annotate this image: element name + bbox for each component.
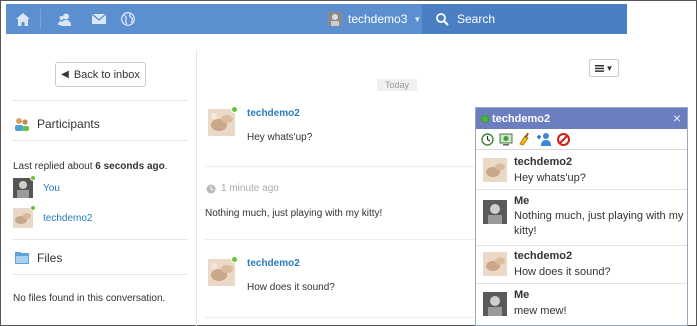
chat-sender: techdemo2 — [514, 250, 573, 262]
message-divider — [204, 239, 475, 240]
last-replied-suffix: . — [164, 161, 168, 172]
avatar — [483, 200, 507, 224]
chat-text: How does it sound? — [514, 266, 611, 278]
globe-icon[interactable] — [111, 4, 145, 34]
close-icon[interactable]: × — [673, 110, 681, 126]
message-timestamp: 1 minute ago — [206, 183, 279, 194]
online-status-icon — [481, 114, 489, 123]
home-icon[interactable] — [6, 4, 40, 34]
message-author-link[interactable]: techdemo2 — [247, 258, 300, 269]
files-title: Files — [37, 251, 63, 265]
participant-name: You — [43, 182, 60, 194]
avatar — [13, 205, 36, 228]
message-divider — [204, 317, 475, 318]
chat-divider — [476, 283, 687, 284]
divider — [12, 100, 188, 101]
files-icon — [15, 252, 29, 264]
chat-text: Hey whats'up? — [514, 172, 586, 184]
chat-text: mew mew! — [514, 305, 567, 317]
divider — [12, 274, 188, 275]
block-icon[interactable] — [555, 131, 571, 147]
avatar — [483, 252, 507, 276]
chat-sender: Me — [514, 289, 530, 301]
message-text: Hey whats'up? — [247, 132, 313, 143]
chat-text: Nothing much, just playing with my kitty… — [514, 210, 684, 237]
message-avatar[interactable] — [208, 256, 238, 286]
chevron-left-icon: ◀ — [61, 69, 69, 80]
last-replied-time: 6 seconds ago — [95, 161, 165, 172]
message-author-link[interactable]: techdemo2 — [247, 108, 300, 119]
search-label: Search — [457, 12, 496, 26]
participants-title: Participants — [37, 117, 100, 131]
online-status-dot — [30, 205, 36, 211]
last-replied-text: Last replied about 6 seconds ago. — [13, 161, 168, 172]
top-navbar: techdemo3 ▼ Search — [6, 4, 627, 34]
back-to-inbox-button[interactable]: ◀ Back to inbox — [55, 62, 146, 87]
chat-sender: Me — [514, 195, 530, 207]
column-divider — [196, 50, 197, 326]
online-status-dot — [231, 106, 238, 113]
chat-divider — [476, 189, 687, 190]
clock-icon — [206, 184, 216, 193]
search-button[interactable]: Search — [422, 4, 627, 34]
users-icon[interactable] — [48, 4, 82, 34]
add-user-icon[interactable] — [536, 131, 552, 147]
no-files-text: No files found in this conversation. — [13, 293, 166, 304]
avatar — [483, 158, 507, 182]
participant-you[interactable]: You — [13, 175, 60, 198]
user-avatar — [328, 12, 342, 26]
timestamp-text: 1 minute ago — [221, 183, 279, 194]
participants-icon — [15, 118, 29, 131]
message-text: How does it sound? — [247, 282, 335, 293]
username-label: techdemo3 — [348, 12, 408, 26]
chevron-down-icon: ▼ — [605, 63, 614, 73]
chat-toolbar — [476, 129, 687, 150]
search-icon — [436, 12, 449, 26]
list-icon — [594, 64, 604, 72]
back-to-inbox-label: Back to inbox — [73, 68, 140, 81]
files-header: Files — [14, 251, 62, 265]
message-divider — [204, 166, 475, 167]
avatar — [13, 175, 36, 198]
message-text: Nothing much, just playing with my kitty… — [205, 208, 383, 219]
chat-divider — [476, 245, 687, 246]
chat-title: techdemo2 — [492, 112, 551, 125]
user-menu[interactable]: techdemo3 ▼ — [328, 4, 421, 34]
clear-icon[interactable] — [517, 131, 533, 147]
history-icon[interactable] — [479, 131, 495, 147]
screen-icon[interactable] — [498, 131, 514, 147]
date-divider: Today — [377, 79, 417, 91]
participants-header: Participants — [14, 117, 100, 131]
participant-techdemo2[interactable]: techdemo2 — [13, 205, 93, 228]
participant-name: techdemo2 — [43, 212, 93, 224]
conversation-options-button[interactable]: ▼ — [589, 59, 619, 77]
chat-header[interactable]: techdemo2 × — [476, 108, 687, 129]
nav-divider — [40, 9, 41, 29]
last-replied-prefix: Last replied about — [13, 161, 96, 172]
avatar — [483, 292, 507, 316]
divider — [12, 140, 188, 141]
chat-sender: techdemo2 — [514, 156, 573, 168]
chevron-down-icon: ▼ — [413, 14, 422, 24]
online-status-dot — [231, 256, 238, 263]
chat-window: techdemo2 × techdemo2 Hey whats'up? Me N… — [475, 107, 688, 326]
divider — [12, 239, 188, 240]
online-status-dot — [30, 175, 36, 181]
message-avatar[interactable] — [208, 106, 238, 136]
